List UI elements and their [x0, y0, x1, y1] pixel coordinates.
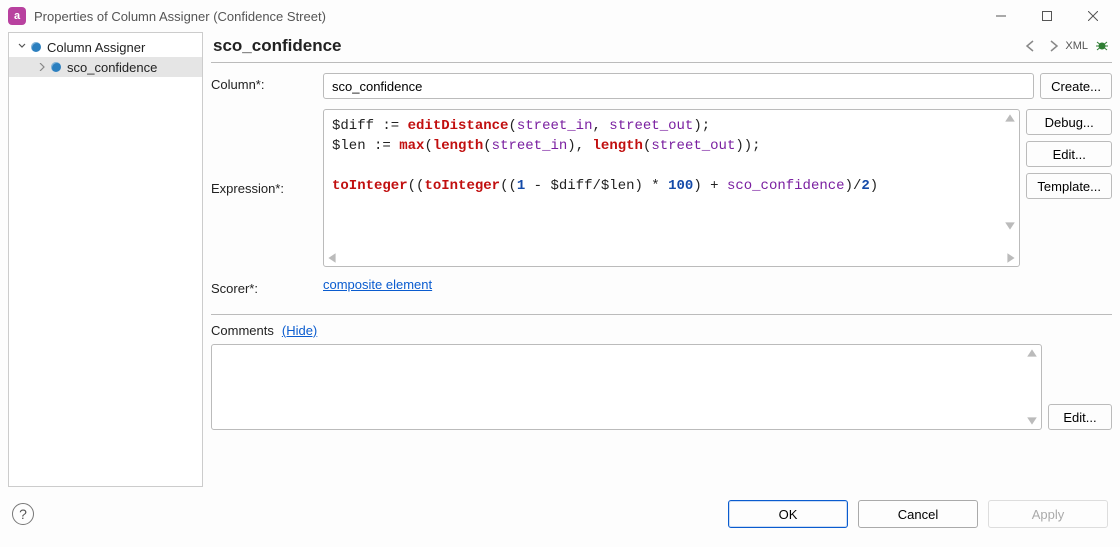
tree-panel[interactable]: Column Assigner sco_confidence: [8, 32, 203, 487]
scroll-down-icon[interactable]: [1026, 415, 1038, 427]
create-button[interactable]: Create...: [1040, 73, 1112, 99]
debug-button[interactable]: Debug...: [1026, 109, 1112, 135]
expander-icon[interactable]: [35, 60, 49, 74]
vertical-scrollbar[interactable]: [1025, 347, 1039, 427]
titlebar: a Properties of Column Assigner (Confide…: [0, 0, 1120, 32]
scorer-label: Scorer*:: [211, 277, 323, 296]
tree-node-child[interactable]: sco_confidence: [9, 57, 202, 77]
help-button[interactable]: ?: [12, 503, 34, 525]
nav-back-icon[interactable]: [1021, 37, 1041, 55]
expander-icon[interactable]: [15, 40, 29, 54]
tree-label: Column Assigner: [47, 40, 145, 55]
close-button[interactable]: [1070, 0, 1116, 32]
scroll-right-icon[interactable]: [1005, 252, 1017, 264]
comments-edit-button[interactable]: Edit...: [1048, 404, 1112, 430]
tree-label: sco_confidence: [67, 60, 157, 75]
ok-button[interactable]: OK: [728, 500, 848, 528]
node-icon: [31, 42, 41, 52]
debug-bug-icon[interactable]: [1092, 37, 1112, 55]
comments-hide-link[interactable]: (Hide): [282, 323, 317, 338]
tree-node-root[interactable]: Column Assigner: [9, 37, 202, 57]
edit-button[interactable]: Edit...: [1026, 141, 1112, 167]
comments-label: Comments: [211, 323, 274, 338]
app-icon: a: [8, 7, 26, 25]
window-title: Properties of Column Assigner (Confidenc…: [34, 9, 978, 24]
window-controls: [978, 0, 1116, 32]
minimize-button[interactable]: [978, 0, 1024, 32]
scroll-up-icon[interactable]: [1026, 347, 1038, 359]
column-label: Column*:: [211, 73, 323, 92]
node-icon: [51, 62, 61, 72]
template-button[interactable]: Template...: [1026, 173, 1112, 199]
nav-forward-icon[interactable]: [1043, 37, 1063, 55]
scroll-left-icon[interactable]: [326, 252, 338, 264]
maximize-button[interactable]: [1024, 0, 1070, 32]
column-input[interactable]: [323, 73, 1034, 99]
scroll-down-icon[interactable]: [1004, 220, 1016, 232]
scroll-up-icon[interactable]: [1004, 112, 1016, 124]
comments-textarea[interactable]: [211, 344, 1042, 430]
vertical-scrollbar[interactable]: [1003, 112, 1017, 232]
apply-button: Apply: [988, 500, 1108, 528]
scorer-link[interactable]: composite element: [323, 277, 432, 292]
expression-label: Expression*:: [211, 181, 284, 196]
cancel-button[interactable]: Cancel: [858, 500, 978, 528]
page-title: sco_confidence: [213, 36, 1019, 56]
horizontal-scrollbar[interactable]: [324, 250, 1019, 266]
xml-toggle[interactable]: XML: [1065, 40, 1088, 52]
expression-editor[interactable]: $diff := editDistance(street_in, street_…: [323, 109, 1020, 267]
